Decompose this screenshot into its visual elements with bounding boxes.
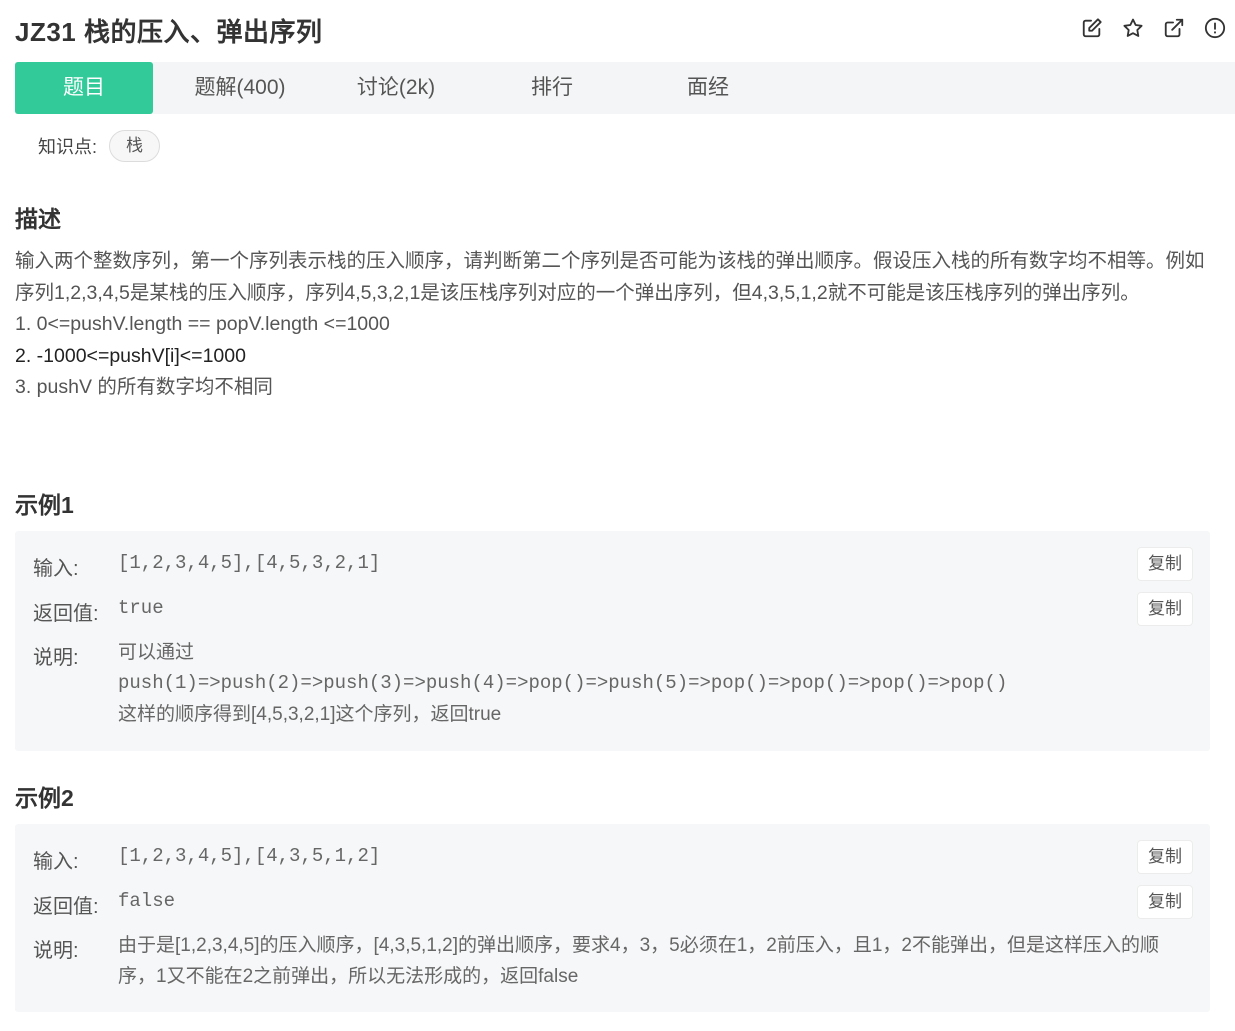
tab-ranking[interactable]: 排行 <box>487 62 617 114</box>
input-value: [1,2,3,4,5],[4,5,3,2,1] <box>118 552 381 574</box>
constraint-item: 1. 0<=pushV.length == popV.length <=1000 <box>15 313 390 335</box>
output-value: false <box>118 890 176 912</box>
copy-button[interactable]: 复制 <box>1138 886 1192 918</box>
knowledge-points: 知识点: 栈 <box>38 130 161 162</box>
example-1-box: 输入: [1,2,3,4,5],[4,5,3,2,1] 复制 返回值: true… <box>15 531 1210 751</box>
info-icon[interactable] <box>1203 16 1227 40</box>
knowledge-tag[interactable]: 栈 <box>109 130 161 162</box>
description-paragraph: 输入两个整数序列，第一个序列表示栈的压入顺序，请判断第二个序列是否可能为该栈的弹… <box>15 250 1205 304</box>
tab-bar: 题目 题解(400) 讨论(2k) 排行 面经 <box>15 62 1235 114</box>
input-label: 输入: <box>33 851 79 873</box>
example-1-heading: 示例1 <box>15 492 74 518</box>
external-link-icon[interactable] <box>1162 16 1186 40</box>
description-body: 输入两个整数序列，第一个序列表示栈的压入顺序，请判断第二个序列是否可能为该栈的弹… <box>15 246 1215 404</box>
tab-problem[interactable]: 题目 <box>15 62 153 114</box>
copy-button[interactable]: 复制 <box>1138 841 1192 873</box>
tab-solutions[interactable]: 题解(400) <box>175 62 305 114</box>
example-2-heading: 示例2 <box>15 785 74 811</box>
copy-button[interactable]: 复制 <box>1138 548 1192 580</box>
copy-button[interactable]: 复制 <box>1138 593 1192 625</box>
explain-line: 这样的顺序得到[4,5,3,2,1]这个序列，返回true <box>118 704 502 725</box>
constraint-item: 2. -1000<=pushV[i]<=1000 <box>15 344 246 367</box>
header-actions <box>1080 16 1227 40</box>
explain-label: 说明: <box>33 647 79 669</box>
tab-interview[interactable]: 面经 <box>643 62 773 114</box>
star-icon[interactable] <box>1121 16 1145 40</box>
input-value: [1,2,3,4,5],[4,3,5,1,2] <box>118 845 381 867</box>
output-label: 返回值: <box>33 603 99 625</box>
tab-discussion[interactable]: 讨论(2k) <box>331 62 461 114</box>
constraint-item: 3. pushV 的所有数字均不相同 <box>15 376 273 398</box>
example-2-box: 输入: [1,2,3,4,5],[4,3,5,1,2] 复制 返回值: fals… <box>15 824 1210 1012</box>
page-title: JZ31 栈的压入、弹出序列 <box>15 17 323 47</box>
output-label: 返回值: <box>33 896 99 918</box>
explain-text: 可以通过 push(1)=>push(2)=>push(3)=>push(4)=… <box>118 637 1168 730</box>
explain-line: push(1)=>push(2)=>push(3)=>push(4)=>pop(… <box>118 672 1008 694</box>
description-heading: 描述 <box>15 206 61 232</box>
explain-text: 由于是[1,2,3,4,5]的压入顺序，[4,3,5,1,2]的弹出顺序，要求4… <box>118 935 1159 987</box>
knowledge-label: 知识点: <box>38 137 98 157</box>
explain-line: 可以通过 <box>118 642 195 663</box>
edit-icon[interactable] <box>1080 16 1104 40</box>
output-value: true <box>118 597 164 619</box>
input-label: 输入: <box>33 558 79 580</box>
header: JZ31 栈的压入、弹出序列 <box>0 0 1235 62</box>
explain-label: 说明: <box>33 940 79 962</box>
